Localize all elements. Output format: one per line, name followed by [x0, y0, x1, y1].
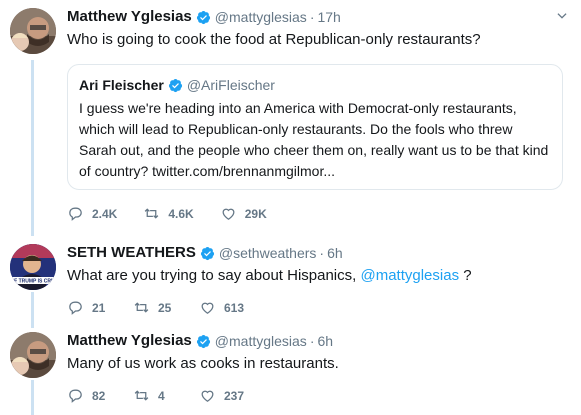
quote-author-name: Ari Fleischer: [79, 77, 164, 93]
avatar-image: [10, 332, 56, 378]
timestamp[interactable]: 6h: [317, 331, 333, 351]
like-button[interactable]: 237: [199, 387, 244, 404]
like-count: 29K: [244, 206, 267, 221]
avatar-image: [10, 8, 56, 54]
quote-header: Ari Fleischer @AriFleischer: [79, 75, 552, 95]
verified-icon: [200, 246, 214, 260]
avatar[interactable]: [10, 8, 56, 54]
tweet-header: Matthew Yglesias @mattyglesias · 6h: [67, 331, 569, 351]
like-count: 613: [224, 300, 245, 315]
quote-text: I guess we're heading into an America wi…: [79, 100, 549, 179]
reply-button[interactable]: 2.4K: [67, 205, 117, 222]
avatar[interactable]: [10, 332, 56, 378]
author-name[interactable]: SETH WEATHERS: [67, 243, 196, 263]
reply-button[interactable]: 21: [67, 299, 107, 316]
timestamp[interactable]: 6h: [327, 243, 343, 263]
reply-icon: [69, 389, 82, 403]
retweet-button[interactable]: 4: [133, 387, 173, 404]
reply-button[interactable]: 82: [67, 387, 107, 404]
timestamp[interactable]: 17h: [317, 7, 340, 27]
separator: ·: [309, 9, 315, 25]
retweet-button[interactable]: 25: [133, 299, 173, 316]
avatar-image: OF TRUMP IS CRIS: [10, 244, 56, 290]
quote-author-handle: @AriFleischer: [186, 77, 275, 93]
tweet-text: Who is going to cook the food at Republi…: [67, 31, 481, 48]
tweet-text: What are you trying to say about Hispani…: [67, 265, 569, 286]
retweet-button[interactable]: 4.6K: [143, 205, 194, 222]
tweet-header: Matthew Yglesias @mattyglesias · 17h: [67, 7, 569, 27]
quoted-tweet[interactable]: Ari Fleischer @AriFleischer I guess we'r…: [67, 64, 563, 190]
verified-icon: [196, 10, 210, 24]
reply-icon: [69, 301, 82, 315]
tweet-actions: 21 25 613: [67, 299, 270, 316]
retweet-icon: [134, 390, 149, 401]
mention-link[interactable]: @mattyglesias: [360, 267, 459, 284]
retweet-count: 4: [158, 388, 165, 403]
retweet-icon: [134, 302, 149, 313]
retweet-icon: [145, 208, 159, 219]
tweet[interactable]: Matthew Yglesias @mattyglesias · 6h Many…: [0, 324, 581, 415]
like-button[interactable]: 29K: [220, 205, 267, 222]
verified-icon: [168, 78, 182, 92]
separator: ·: [309, 333, 315, 349]
author-name[interactable]: Matthew Yglesias: [67, 331, 192, 351]
separator: ·: [319, 245, 325, 261]
reply-count: 2.4K: [92, 206, 118, 221]
like-icon: [201, 390, 214, 402]
reply-count: 82: [92, 388, 106, 403]
tweet-text: Many of us work as cooks in restaurants.: [67, 355, 339, 372]
svg-text:OF TRUMP IS CRIS: OF TRUMP IS CRIS: [10, 279, 56, 285]
reply-icon: [69, 207, 82, 221]
author-handle[interactable]: @mattyglesias: [215, 7, 307, 27]
tweet-header: SETH WEATHERS @sethweathers · 6h: [67, 243, 569, 263]
avatar[interactable]: OF TRUMP IS CRIS: [10, 244, 56, 290]
tweet-text-part: What are you trying to say about Hispani…: [67, 267, 357, 284]
reply-count: 21: [92, 300, 106, 315]
retweet-count: 4.6K: [168, 206, 194, 221]
like-icon: [222, 208, 235, 220]
tweet[interactable]: Matthew Yglesias @mattyglesias · 17h Who…: [0, 0, 581, 235]
like-count: 237: [224, 388, 245, 403]
author-handle[interactable]: @sethweathers: [219, 243, 316, 263]
tweet-actions: 2.4K 4.6K 29K: [67, 205, 293, 222]
tweet-text-part: ?: [463, 267, 472, 284]
chevron-down-icon[interactable]: [555, 9, 569, 23]
like-button[interactable]: 613: [199, 299, 244, 316]
tweet[interactable]: OF TRUMP IS CRIS SETH WEATHERS @sethweat…: [0, 236, 581, 321]
tweet-actions: 82 4 237: [67, 387, 270, 404]
author-handle[interactable]: @mattyglesias: [215, 331, 307, 351]
retweet-count: 25: [158, 300, 172, 315]
author-name[interactable]: Matthew Yglesias: [67, 7, 192, 27]
like-icon: [201, 302, 214, 314]
verified-icon: [196, 334, 210, 348]
